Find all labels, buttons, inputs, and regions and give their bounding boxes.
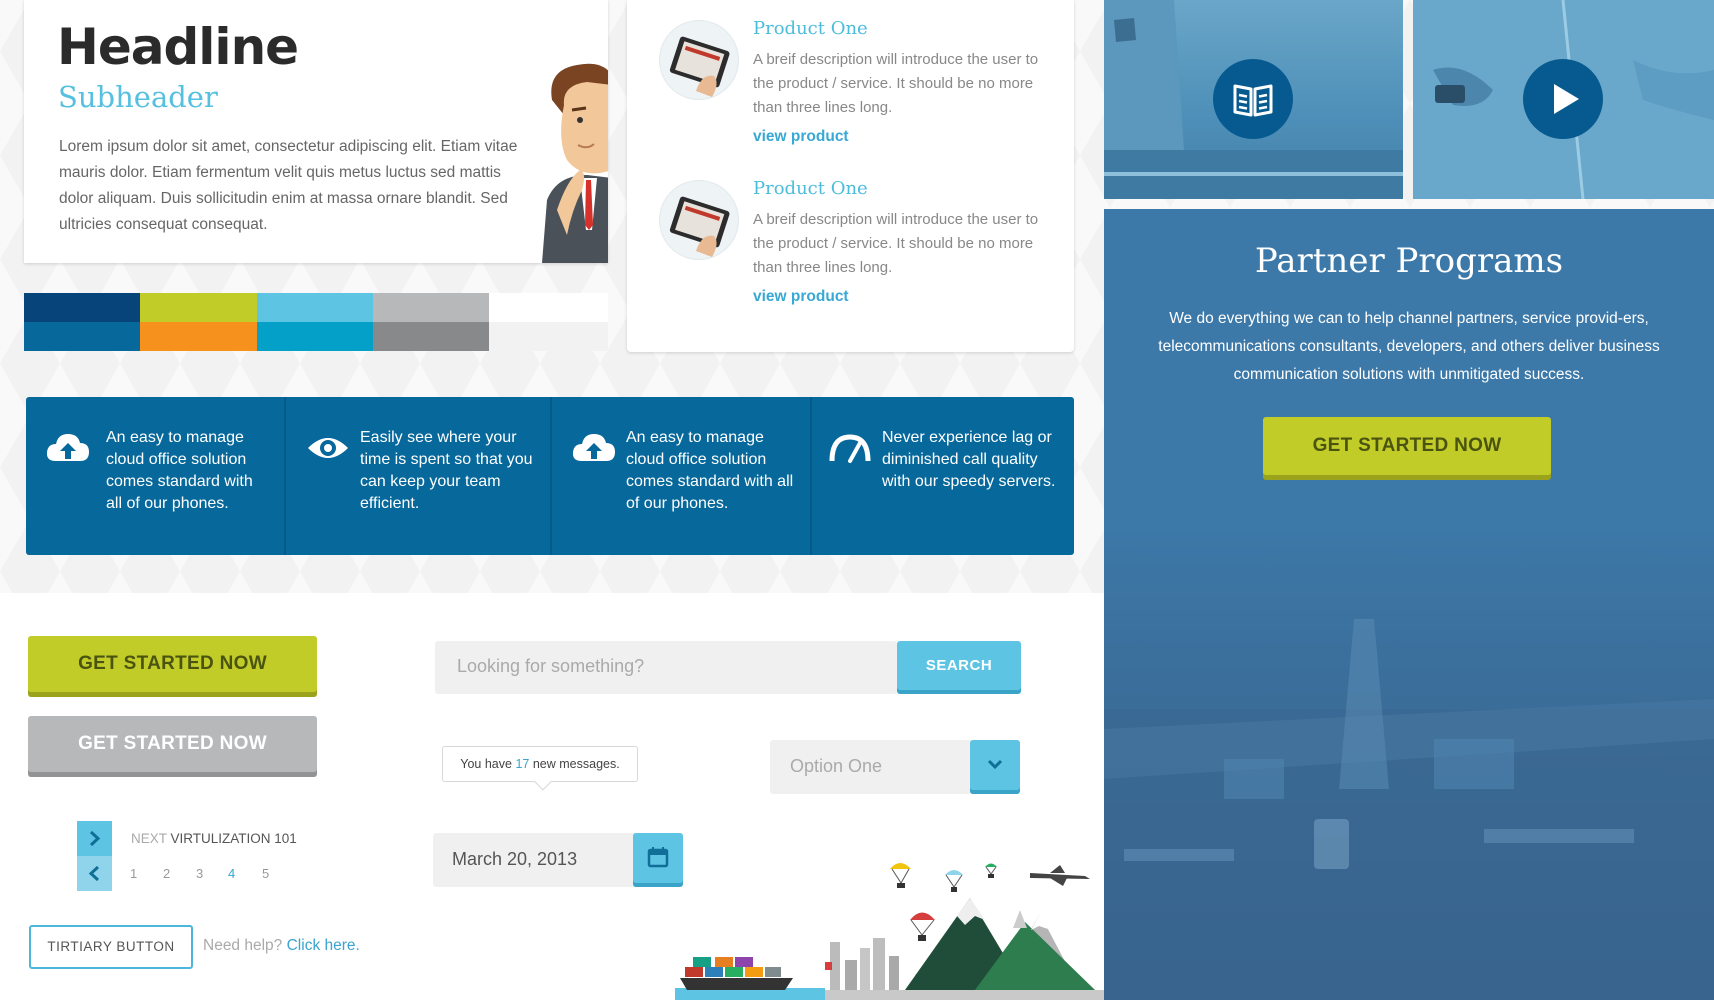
message-count: 17 <box>515 757 530 771</box>
play-button[interactable] <box>1523 59 1603 139</box>
help-link[interactable]: Click here. <box>287 937 360 954</box>
tertiary-button[interactable]: TIRTIARY BUTTON <box>29 925 193 969</box>
message-tooltip: You have 17 new messages. <box>442 746 638 791</box>
photo-phone <box>1413 0 1714 199</box>
play-icon <box>1554 84 1579 114</box>
view-product-link[interactable]: view product <box>753 288 849 306</box>
book-icon <box>1233 84 1273 117</box>
message-suffix: new messages. <box>532 757 620 771</box>
swatch-navy <box>24 293 140 322</box>
landscape-illustration <box>675 863 1104 1000</box>
partner-get-started-button[interactable]: GET STARTED NOW <box>1263 417 1551 475</box>
page-number-3[interactable]: 3 <box>196 866 203 881</box>
features-bar: An easy to manage cloud office solution … <box>26 397 1074 555</box>
partner-programs-section: Partner Programs We do everything we can… <box>1104 209 1714 1000</box>
swatch-gray <box>373 322 489 351</box>
date-value: March 20, 2013 <box>452 849 578 869</box>
view-product-link[interactable]: view product <box>753 128 849 146</box>
office-background <box>1104 619 1714 1000</box>
feature-text: An easy to manage cloud office solution … <box>106 429 253 512</box>
search-input[interactable]: Looking for something? <box>435 641 897 694</box>
hero-card: Headline Subheader Lorem ipsum dolor sit… <box>24 0 608 263</box>
get-started-button-secondary[interactable]: GET STARTED NOW <box>28 716 317 772</box>
select-value: Option One <box>790 756 883 776</box>
search-button[interactable]: SEARCH <box>897 641 1021 690</box>
product-item: Product One A breif description will int… <box>659 160 1059 320</box>
page-number-5[interactable]: 5 <box>262 866 269 881</box>
product-description: A breif description will introduce the u… <box>753 211 1039 276</box>
partner-description: We do everything we can to help channel … <box>1158 310 1660 383</box>
next-article-title: VIRTULIZATION 101 <box>170 831 297 846</box>
partner-title: Partner Programs <box>1254 241 1564 281</box>
help-text: Need help? Click here. <box>203 937 360 955</box>
cloud-upload-icon <box>46 434 89 461</box>
businessman-illustration <box>542 63 608 263</box>
feature-item: An easy to manage cloud office solution … <box>552 397 810 555</box>
message-prefix: You have <box>460 757 512 771</box>
eye-icon <box>308 438 348 458</box>
next-article-link[interactable]: NEXT VIRTULIZATION 101 <box>131 831 297 846</box>
subheader: Subheader <box>58 80 218 114</box>
next-page-button[interactable] <box>77 821 112 856</box>
swatch-sky <box>257 293 373 322</box>
feature-text: An easy to manage cloud office solution … <box>626 429 794 512</box>
product-title: Product One <box>753 178 868 199</box>
help-prefix: Need help? <box>203 937 283 954</box>
tablet-icon <box>669 196 730 257</box>
feature-text: Easily see where your time is spent so t… <box>360 429 533 512</box>
product-description: A breif description will introduce the u… <box>753 51 1039 116</box>
products-card: Product One A breif description will int… <box>627 0 1074 352</box>
feature-item: Easily see where your time is spent so t… <box>286 397 550 555</box>
chevron-right-icon <box>89 830 101 847</box>
product-title: Product One <box>753 18 868 39</box>
chevron-left-icon <box>88 865 100 882</box>
color-palette <box>24 293 608 351</box>
feature-item: An easy to manage cloud office solution … <box>26 397 284 555</box>
page-number-1[interactable]: 1 <box>130 866 137 881</box>
prev-page-button[interactable] <box>77 856 112 891</box>
swatch-lime <box>140 293 257 322</box>
hero-body-text: Lorem ipsum dolor sit amet, consectetur … <box>59 138 518 233</box>
select-dropdown-button[interactable] <box>970 740 1020 790</box>
read-button[interactable] <box>1213 59 1293 139</box>
next-label: NEXT <box>131 831 167 846</box>
swatch-silver <box>373 293 489 322</box>
feature-item: Never experience lag or diminished call … <box>812 397 1074 555</box>
get-started-button-primary[interactable]: GET STARTED NOW <box>28 636 317 692</box>
page-number-2[interactable]: 2 <box>163 866 170 881</box>
swatch-light-gray <box>489 322 608 351</box>
tablet-icon <box>669 36 730 97</box>
headline: Headline <box>57 18 299 76</box>
page-number-4-current[interactable]: 4 <box>228 866 235 881</box>
photo-reading <box>1104 0 1403 199</box>
swatch-orange <box>140 322 257 351</box>
speedometer-icon <box>829 434 871 463</box>
product-thumbnail <box>659 180 739 260</box>
feature-text: Never experience lag or diminished call … <box>882 429 1056 490</box>
search-placeholder: Looking for something? <box>457 656 645 676</box>
cloud-upload-icon <box>572 434 615 461</box>
product-thumbnail <box>659 20 739 100</box>
product-item: Product One A breif description will int… <box>659 0 1059 160</box>
swatch-cyan <box>257 322 373 351</box>
chevron-down-icon <box>987 759 1003 770</box>
swatch-white <box>489 293 608 322</box>
swatch-ocean <box>24 322 140 351</box>
